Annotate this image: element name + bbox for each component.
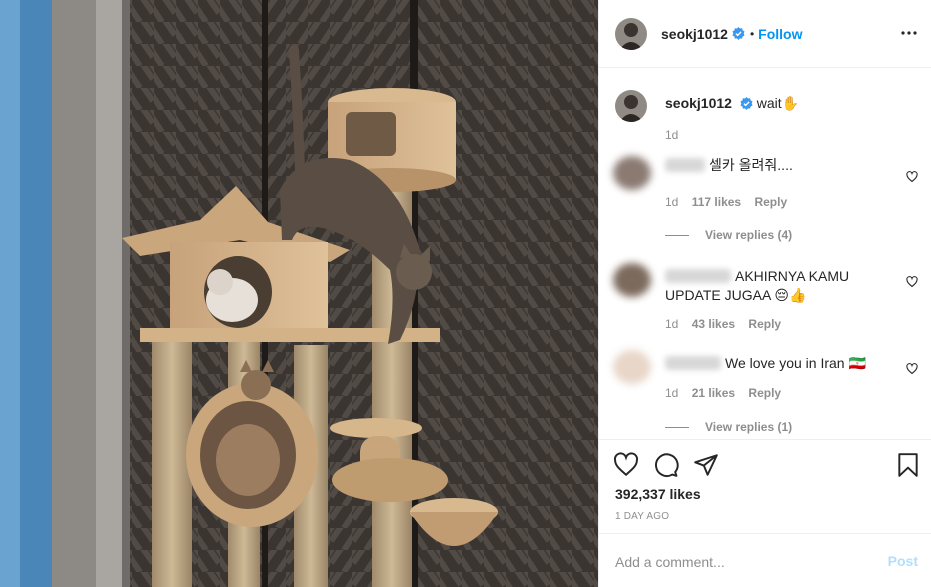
replies-line (665, 235, 689, 237)
header-username[interactable]: seokj1012 (661, 26, 728, 42)
avatar-image (615, 90, 647, 122)
add-comment-bar: Post (599, 533, 931, 587)
comment-item: We love you in Iran 🇮🇷 1d 21 likes Reply… (613, 350, 918, 439)
comment-text: 셀카 올려줘.... (709, 157, 793, 173)
caption-time[interactable]: 1d (665, 128, 678, 142)
view-replies-button[interactable]: View replies (1) (665, 420, 792, 434)
caption-avatar[interactable] (615, 90, 647, 122)
comment-avatar[interactable] (613, 263, 651, 297)
comment-username[interactable] (665, 356, 721, 370)
comment-text: We love you in Iran 🇮🇷 (725, 355, 866, 371)
comment-reply-button[interactable]: Reply (754, 195, 787, 209)
cat-tree-photo (0, 0, 598, 587)
dot-separator: • (749, 26, 755, 41)
comment-body: We love you in Iran 🇮🇷 (665, 354, 885, 373)
avatar-image (615, 17, 647, 50)
more-options-icon[interactable] (900, 24, 918, 42)
comment-avatar[interactable] (613, 350, 651, 384)
heart-icon[interactable] (613, 452, 639, 478)
view-replies-button[interactable]: View replies (4) (665, 228, 792, 242)
post-comment-button[interactable]: Post (888, 553, 918, 569)
caption-username[interactable]: seokj1012 (665, 95, 732, 111)
comment-item: AKHIRNYA KAMU UPDATE JUGAA 😔👍 1d 43 like… (613, 263, 918, 333)
instagram-post: seokj1012 • Follow seokj1012 wait✋ 1d 셀카… (0, 0, 931, 587)
heart-icon[interactable] (906, 276, 918, 288)
comment-item: 셀카 올려줘.... 1d 117 likes Reply View repli… (613, 156, 918, 246)
heart-icon[interactable] (906, 171, 918, 183)
heart-icon[interactable] (906, 363, 918, 375)
follow-button[interactable]: Follow (758, 26, 802, 42)
likes-count[interactable]: 392,337 likes (615, 486, 701, 502)
view-replies-label: View replies (1) (705, 420, 793, 434)
caption-text: wait✋ (756, 95, 800, 111)
comment-avatar[interactable] (613, 156, 651, 190)
comment-meta: 1d 117 likes Reply (665, 195, 797, 209)
comment-icon[interactable] (653, 452, 679, 478)
share-icon[interactable] (693, 452, 719, 478)
comment-reply-button[interactable]: Reply (748, 317, 781, 331)
comment-likes[interactable]: 21 likes (692, 386, 735, 400)
replies-line (665, 427, 689, 429)
comment-time[interactable]: 1d (665, 386, 678, 400)
comment-likes[interactable]: 43 likes (692, 317, 735, 331)
comment-username[interactable] (665, 269, 731, 283)
comment-body: 셀카 올려줘.... (665, 156, 885, 175)
comment-likes[interactable]: 117 likes (692, 195, 741, 209)
post-photo[interactable] (0, 0, 598, 587)
comment-input[interactable] (613, 551, 867, 573)
comment-time[interactable]: 1d (665, 195, 678, 209)
comment-meta: 1d 43 likes Reply (665, 317, 791, 331)
comment-username[interactable] (665, 158, 705, 172)
verified-badge-icon (732, 27, 745, 40)
avatar[interactable] (615, 17, 647, 50)
post-side-panel: seokj1012 • Follow seokj1012 wait✋ 1d 셀카… (598, 0, 931, 587)
bookmark-icon[interactable] (895, 452, 921, 478)
verified-badge-icon (740, 97, 753, 110)
comments-list[interactable]: seokj1012 wait✋ 1d 셀카 올려줘.... 1d 117 lik… (599, 68, 931, 439)
comment-body: AKHIRNYA KAMU UPDATE JUGAA 😔👍 (665, 267, 885, 305)
post-actions: 392,337 likes 1 DAY AGO (599, 439, 931, 533)
view-replies-label: View replies (4) (705, 228, 793, 242)
post-header: seokj1012 • Follow (599, 0, 931, 68)
caption-body: seokj1012 wait✋ (665, 95, 799, 112)
post-timestamp[interactable]: 1 DAY AGO (615, 511, 669, 522)
comment-time[interactable]: 1d (665, 317, 678, 331)
comment-meta: 1d 21 likes Reply (665, 386, 791, 400)
comment-reply-button[interactable]: Reply (748, 386, 781, 400)
